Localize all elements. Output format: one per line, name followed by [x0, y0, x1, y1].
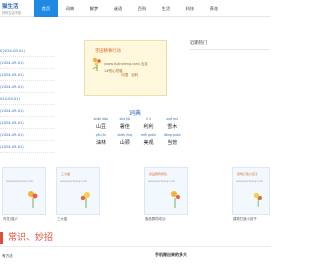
hot-title: 近期热门 [190, 41, 208, 46]
pinyin: shān dòu [93, 117, 109, 121]
vocab-item[interactable]: lì lì 利利 [137, 117, 161, 133]
thumbnail-text: (www.liujinsheng.com) [6, 180, 34, 183]
flower-illustration-icon [80, 192, 90, 208]
pinyin: dāng guǎn [163, 133, 181, 137]
vocab-row: yǒu lìn 油林 shān jǐng 山颈 měi guǎn 美观 dāng… [89, 133, 184, 149]
thumbnail-title: 食品群药成功 [149, 172, 168, 176]
nav-item-flowers[interactable]: 养花 [202, 0, 226, 17]
thumbnail-caption[interactable]: 食品群药成功 [145, 216, 165, 221]
word: 雪木 [167, 124, 178, 130]
thumbnail-caption[interactable]: 建筑打造小孩子 [233, 216, 257, 221]
logo-title: 猫生活 [2, 4, 19, 10]
site-header: 猫生活 好好生活不易 首页 词典 解梦 谜语 百科 生活 科技 养花 [0, 0, 271, 17]
nav-item-dictionary[interactable]: 词典 [58, 0, 82, 17]
vocab-grid: shān dòu 山豆 shǔ jiā 署佳 lì lì 利利 xuě mù 雪… [89, 117, 184, 149]
list-item[interactable]: (2024-09-01) [0, 81, 54, 93]
nav-item-home[interactable]: 首页 [34, 0, 58, 17]
pinyin: shān jǐng [117, 133, 132, 137]
flower-illustration-icon [28, 191, 38, 208]
vocab-heading: 词典 [129, 110, 142, 117]
word: 美观 [143, 140, 154, 146]
recent-list: f(2024-09-01) (2024-09-01) (2024-09-01) … [0, 45, 54, 153]
thumbnail-text: (www.liujinsheng.com) [236, 180, 264, 183]
card-link[interactable]: 百科 [131, 73, 138, 78]
thumbnail-title: 建筑打造小孩子 [237, 172, 259, 176]
card-text: 1#的心然感 [104, 69, 123, 73]
featured-card[interactable]: 李田精事行动 (www.liujinsheng.com) 出自 1#的心然感 词… [84, 40, 167, 96]
word: 署佳 [119, 124, 130, 130]
word: 油林 [95, 140, 106, 146]
article-thumbnail[interactable]: 食品群药成功 (www.liujinsheng.com) [144, 167, 188, 215]
word: 山豆 [95, 124, 106, 130]
pinyin: yǒu lìn [95, 133, 107, 137]
vocab-item[interactable]: shān jǐng 山颈 [113, 133, 137, 149]
list-heading[interactable]: 手机做出来的多大 [155, 252, 187, 258]
pinyin: shǔ jiā [119, 117, 130, 121]
article-thumbnail[interactable]: (www.liujinsheng.com) [2, 167, 46, 215]
site-logo[interactable]: 猫生活 好好生活不易 [0, 0, 30, 17]
card-text: (www.liujinsheng.com) 出自 [104, 62, 148, 66]
nav-item-life[interactable]: 生活 [154, 0, 178, 17]
card-link[interactable]: 词语 [121, 73, 128, 78]
vocab-row: shān dòu 山豆 shǔ jiā 署佳 lì lì 利利 xuě mù 雪… [89, 117, 184, 133]
list-item[interactable]: (2024-09-01) [0, 105, 54, 117]
vocab-item[interactable]: shān dòu 山豆 [89, 117, 113, 133]
list-item[interactable]: (2024-09-01) [0, 117, 54, 129]
vocab-item[interactable]: yǒu lìn 油林 [89, 133, 113, 149]
word: 当管 [167, 140, 178, 146]
pinyin: měi guǎn [141, 133, 156, 137]
thumbnail-text: (www.liujinsheng.com) [60, 180, 88, 183]
thumbnail-caption[interactable]: 三大猫 [57, 216, 67, 221]
flower-illustration-icon [253, 192, 262, 207]
flower-illustration-icon [171, 191, 180, 208]
list-item[interactable]: f(2024-09-01) [0, 45, 54, 57]
list-item[interactable]: 有方法 [2, 254, 13, 259]
divider [190, 49, 270, 50]
vocab-item[interactable]: měi guǎn 美观 [137, 133, 161, 149]
list-item[interactable]: (2024-09-01) [0, 129, 54, 141]
section-accent-bar [0, 232, 3, 244]
logo-subtitle: 好好生活不易 [2, 11, 22, 15]
main-nav: 首页 词典 解梦 谜语 百科 生活 科技 养花 [34, 0, 226, 17]
list-item[interactable]: (2024-09-01) [0, 69, 54, 81]
nav-item-riddle[interactable]: 谜语 [106, 0, 130, 17]
vocab-item[interactable]: shǔ jiā 署佳 [113, 117, 137, 133]
pinyin: xuě mù [166, 117, 179, 121]
list-item[interactable]: 024-09-01) [0, 93, 54, 105]
vocab-item[interactable]: dāng guǎn 当管 [160, 133, 184, 149]
flower-illustration-icon [92, 57, 101, 71]
vocab-item[interactable]: xuě mù 雪木 [160, 117, 184, 133]
list-item[interactable]: (2024-09-01) [0, 141, 54, 153]
divider [0, 246, 271, 247]
thumbnail-title: 三大猫 [61, 172, 71, 176]
thumbnail-text: (www.liujinsheng.com) [148, 180, 176, 183]
nav-item-tech[interactable]: 科技 [178, 0, 202, 17]
thumbnail-caption[interactable]: 鸟花(猫)? [3, 216, 18, 221]
nav-item-dream[interactable]: 解梦 [82, 0, 106, 17]
word: 利利 [143, 124, 154, 130]
article-thumbnail[interactable]: 三大猫 (www.liujinsheng.com) [56, 167, 100, 215]
article-thumbnail[interactable]: 建筑打造小孩子 (www.liujinsheng.com) [232, 167, 270, 215]
word: 山颈 [119, 140, 130, 146]
card-links: 词语 百科 [121, 73, 138, 78]
section-title: 常识、妙招 [8, 233, 54, 243]
section-heading: 常识、妙招 [0, 230, 271, 244]
card-title: 李田精事行动 [95, 49, 121, 54]
nav-item-encyclopedia[interactable]: 百科 [130, 0, 154, 17]
pinyin: lì lì [146, 117, 151, 121]
list-item[interactable]: (2024-09-01) [0, 57, 54, 69]
